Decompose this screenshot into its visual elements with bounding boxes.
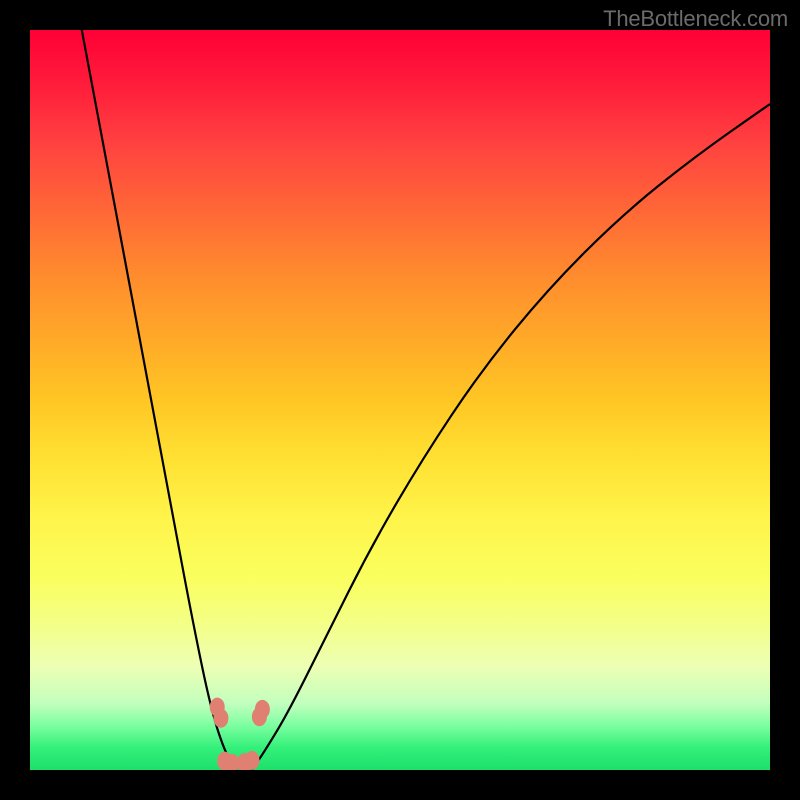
data-marker <box>255 700 269 718</box>
right-curve <box>252 104 770 770</box>
plot-svg <box>30 30 770 770</box>
left-curve <box>82 30 237 770</box>
data-marker <box>225 754 239 770</box>
data-marker <box>214 709 228 727</box>
data-marker <box>245 751 259 769</box>
watermark-text: TheBottleneck.com <box>603 6 788 32</box>
chart-container: TheBottleneck.com <box>0 0 800 800</box>
